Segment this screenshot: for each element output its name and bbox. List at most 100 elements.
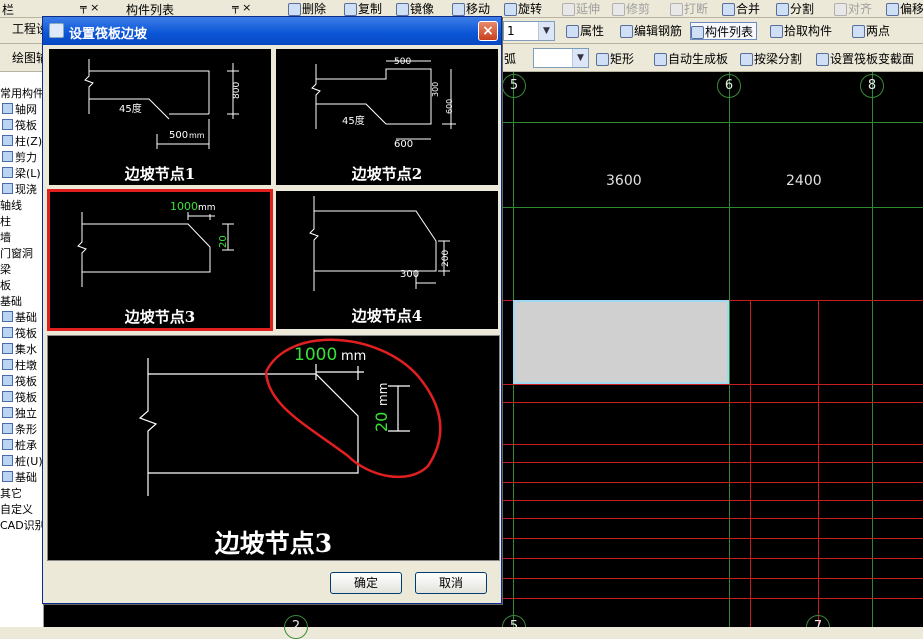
cad-canvas[interactable]: 5 6 8 5 7 3600 2400 — [500, 72, 923, 627]
node-2-dim-d: 600 — [445, 99, 454, 114]
auto-generate-slab-button[interactable]: 自动生成板 — [654, 50, 728, 68]
panel-tab-label: 栏 — [2, 3, 15, 17]
arc-combo[interactable]: ▼ — [533, 48, 589, 68]
tree-item-label: 剪力 — [15, 151, 37, 164]
tree-item[interactable]: 轴网 — [2, 102, 37, 118]
axis-bubble: 2 — [284, 615, 308, 639]
tree-item[interactable]: 桩(U) — [2, 454, 43, 470]
pin-icon[interactable]: ╤ × — [80, 1, 99, 14]
tree-item[interactable]: 基础 — [2, 470, 37, 486]
axis-line — [729, 72, 730, 627]
break-button[interactable]: 打断 — [670, 0, 708, 18]
tree-item[interactable]: 轴线 — [0, 198, 22, 214]
tree-item-label: 基础 — [15, 471, 37, 484]
align-button[interactable]: 对齐 — [834, 0, 872, 18]
component-tree: 常用构件 轴网 筏板 柱(Z) 剪力 梁(L) 现浇 轴线柱墙门窗洞梁板基础 基础 筏板 集水 柱墩筏… — [0, 72, 46, 627]
tree-item-label: 桩承 — [15, 439, 37, 452]
rotate-button[interactable]: 旋转 — [504, 0, 542, 18]
cancel-button[interactable]: 取消 — [415, 572, 487, 594]
two-points-button[interactable]: 两点 — [852, 22, 890, 40]
tree-item-label: 自定义 — [0, 503, 33, 516]
tree-item-label: 柱 — [0, 215, 11, 228]
pin-icon[interactable]: ╤ × — [232, 1, 251, 14]
component-list-button[interactable]: 构件列表 — [690, 22, 758, 40]
tree-item-label: 常用构件 — [0, 87, 44, 100]
ok-button[interactable]: 确定 — [330, 572, 402, 594]
grid-line — [500, 500, 923, 501]
cad-canvas-bottom[interactable]: 2 — [44, 600, 500, 639]
tree-item-label: 基础 — [0, 295, 22, 308]
tree-item[interactable]: 其它 — [0, 486, 22, 502]
trim-button[interactable]: 修剪 — [612, 0, 650, 18]
node-3-label: 边坡节点3 — [124, 308, 196, 326]
node-1-label: 边坡节点1 — [124, 165, 196, 183]
tree-item[interactable]: 剪力 — [2, 150, 37, 166]
edit-rebar-button[interactable]: 编辑钢筋 — [620, 22, 682, 40]
tree-item[interactable]: 柱 — [0, 214, 11, 230]
tree-item[interactable]: 基础 — [0, 294, 22, 310]
preview-label: 边坡节点3 — [214, 529, 333, 558]
node-3-width: 1000 — [170, 200, 198, 213]
tree-item-label: 门窗洞 — [0, 247, 33, 260]
tree-item[interactable]: 板 — [0, 278, 11, 294]
extend-button[interactable]: 延伸 — [562, 0, 600, 18]
axis-line — [872, 72, 873, 627]
grid-line — [500, 518, 923, 519]
tree-item[interactable]: 梁(L) — [2, 166, 41, 182]
component-icon — [2, 135, 13, 146]
node-4-width: 300 — [400, 269, 419, 280]
selected-slab[interactable] — [513, 300, 729, 384]
tree-item[interactable]: 柱墩 — [2, 358, 37, 374]
tree-item[interactable]: 筏板 — [2, 390, 37, 406]
tree-item[interactable]: 筏板 — [2, 326, 37, 342]
preview-height-unit: mm — [376, 383, 390, 406]
slope-node-1[interactable]: 45度 800 500 mm 边坡节点1 — [47, 47, 273, 187]
floor-combo[interactable]: 1 ▼ — [503, 21, 555, 41]
slope-node-2[interactable]: 500 45度 300 600 600 边坡节点2 — [274, 47, 500, 187]
tree-item[interactable]: 基础 — [2, 310, 37, 326]
merge-button[interactable]: 合并 — [722, 0, 760, 18]
tree-item[interactable]: 现浇 — [2, 182, 37, 198]
tree-item[interactable]: 集水 — [2, 342, 37, 358]
component-icon — [2, 439, 13, 450]
floor-combo-value: 1 — [507, 24, 515, 38]
axis-bubble: 8 — [860, 74, 884, 98]
component-icon — [2, 167, 13, 178]
arc-label[interactable]: 弧 — [504, 50, 516, 67]
split-by-beam-button[interactable]: 按梁分割 — [740, 50, 802, 68]
tree-item-label: 桩(U) — [15, 455, 43, 468]
tree-item[interactable]: 筏板 — [2, 374, 37, 390]
tree-item[interactable]: 梁 — [0, 262, 11, 278]
preview-unit: mm — [341, 349, 366, 364]
slope-node-4[interactable]: 200 300 边坡节点4 — [274, 189, 500, 331]
tree-item[interactable]: CAD识别 — [0, 518, 46, 534]
tree-item-label: 梁 — [0, 263, 11, 276]
split-button[interactable]: 分割 — [776, 0, 814, 18]
tree-item[interactable]: 桩承 — [2, 438, 37, 454]
tree-item[interactable]: 墙 — [0, 230, 11, 246]
tree-item[interactable]: 条形 — [2, 422, 37, 438]
tree-item[interactable]: 柱(Z) — [2, 134, 42, 150]
pick-component-button[interactable]: 拾取构件 — [770, 22, 832, 40]
node-4-label: 边坡节点4 — [351, 307, 423, 325]
tree-item[interactable]: 自定义 — [0, 502, 33, 518]
tree-item-label: 梁(L) — [15, 167, 41, 180]
set-slab-section-button[interactable]: 设置筏板变截面 — [816, 50, 914, 68]
dialog-titlebar[interactable]: 设置筏板边坡 × — [43, 17, 501, 45]
close-button[interactable]: × — [478, 21, 498, 41]
tree-item[interactable]: 常用构件 — [0, 86, 44, 102]
rectangle-button[interactable]: 矩形 — [596, 50, 634, 68]
tree-item[interactable]: 筏板 — [2, 118, 37, 134]
tree-item-label: 轴网 — [15, 103, 37, 116]
tree-item[interactable]: 门窗洞 — [0, 246, 33, 262]
properties-button[interactable]: 属性 — [566, 22, 604, 40]
offset-button[interactable]: 偏移 — [886, 0, 923, 18]
tree-item[interactable]: 独立 — [2, 406, 37, 422]
chevron-down-icon: ▼ — [572, 49, 588, 67]
preview-width: 1000 — [294, 345, 337, 365]
dimension-label: 2400 — [786, 173, 822, 189]
dialog-title: 设置筏板边坡 — [69, 27, 148, 42]
slope-node-3[interactable]: 1000 mm 20 边坡节点3 — [47, 189, 273, 331]
component-icon — [2, 151, 13, 162]
tree-item-label: 墙 — [0, 231, 11, 244]
